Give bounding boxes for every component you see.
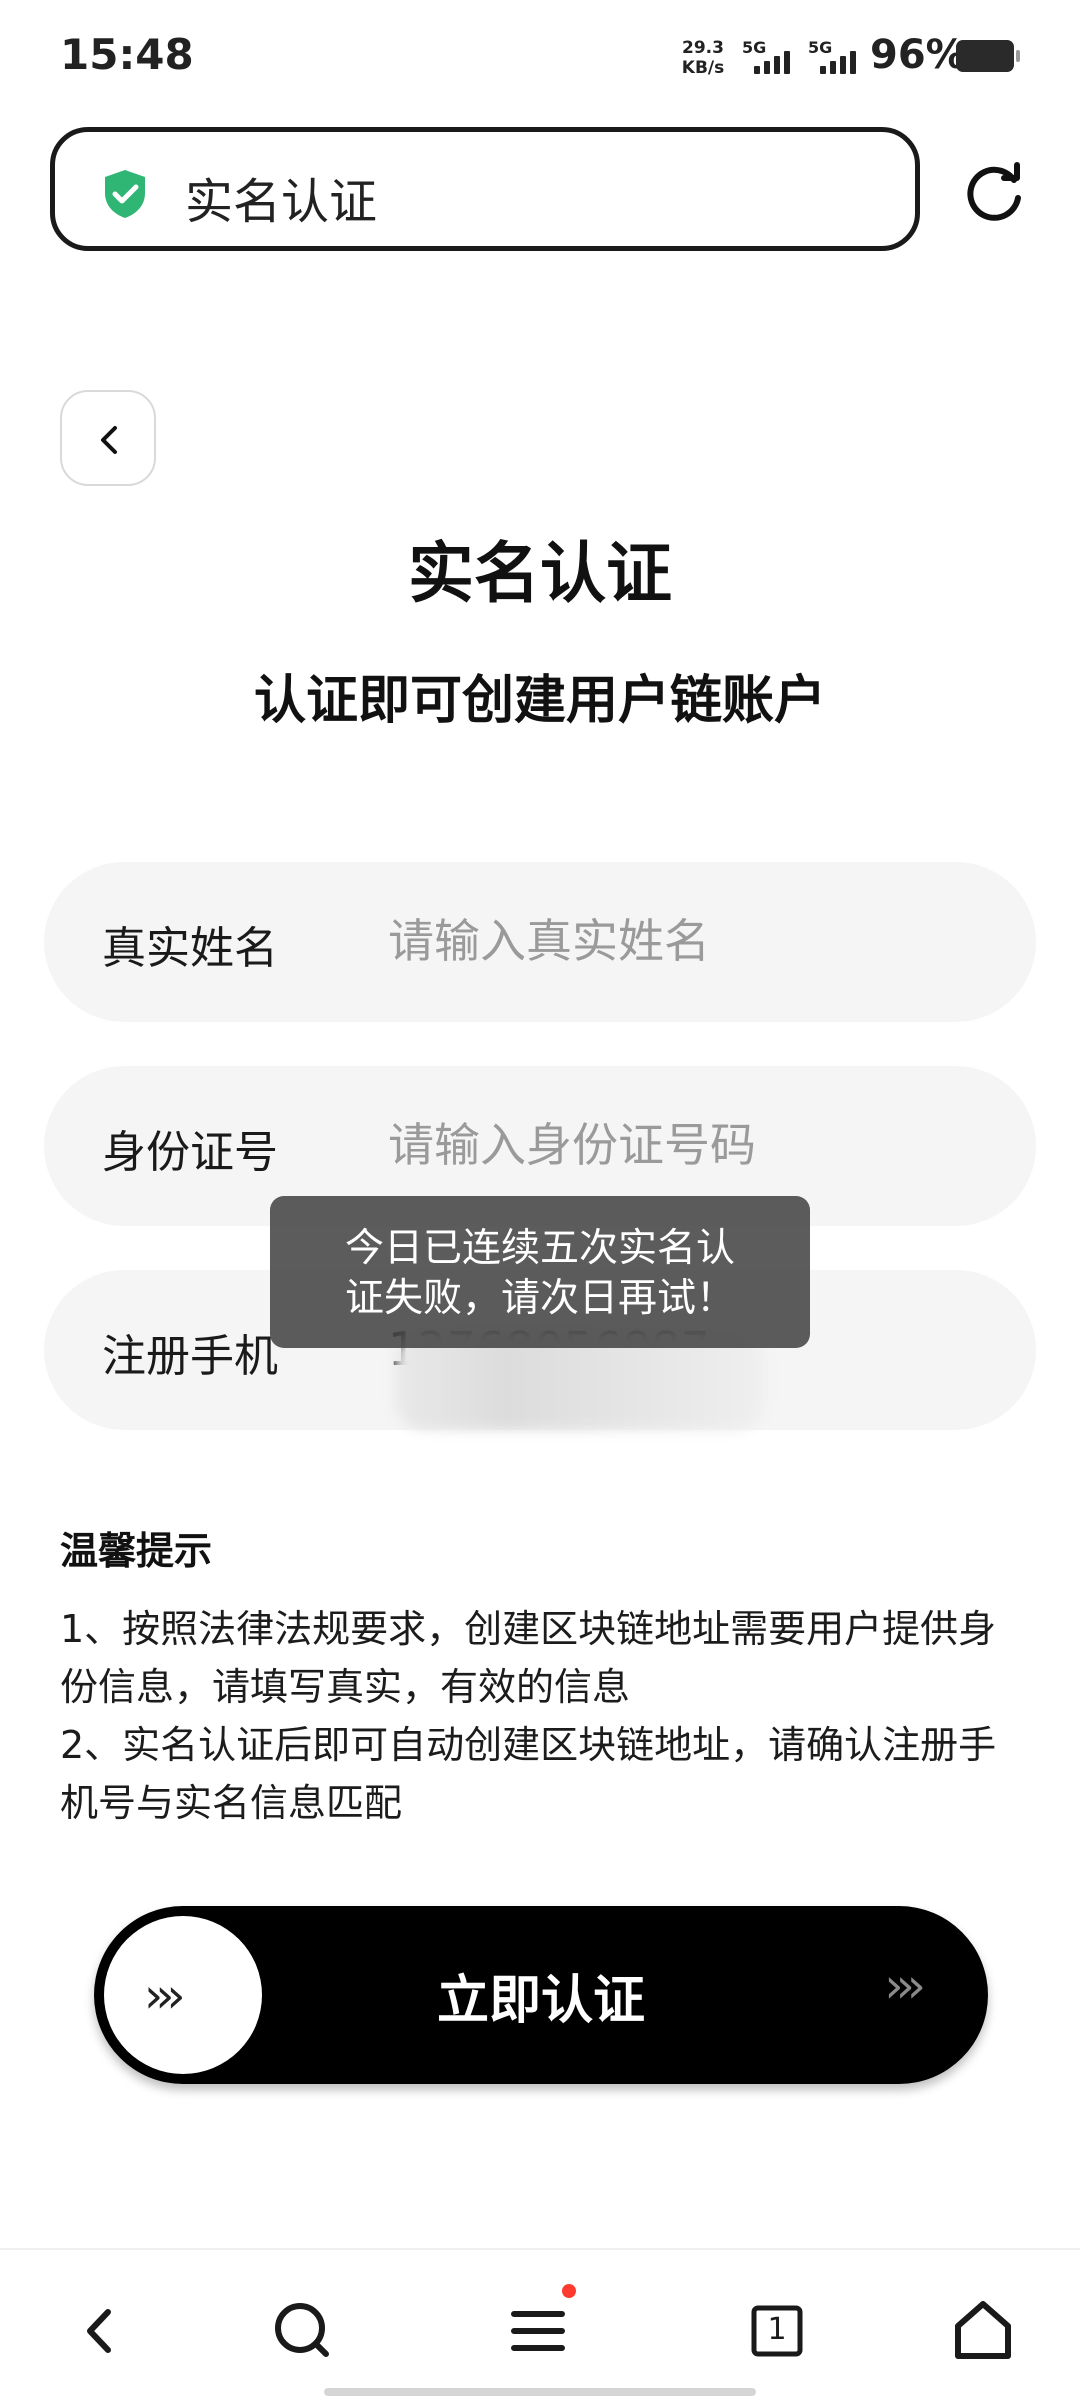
name-field: 真实姓名 xyxy=(44,862,1036,1022)
trail-arrows-icon: ››› xyxy=(884,1958,925,2014)
network-speed: 29.3 KB/s xyxy=(678,38,728,78)
nav-back-icon[interactable] xyxy=(56,2286,146,2376)
sim2-signal-icon: 5G xyxy=(808,38,868,78)
page-title: 实名认证 xyxy=(408,535,672,612)
tip-item-1: 1、按照法律法规要求，创建区块链地址需要用户提供身份信息，请填写真实，有效的信息 xyxy=(60,1607,997,1709)
menu-icon xyxy=(511,2311,565,2351)
phone-label: 注册手机 xyxy=(102,1331,278,1382)
notification-dot xyxy=(562,2284,576,2298)
network-speed-value: 29.3 xyxy=(682,38,724,58)
toast-line-2: 证失败，请次日再试！ xyxy=(344,1276,735,1321)
error-toast: 今日已连续五次实名认 证失败，请次日再试！ xyxy=(270,1196,810,1348)
id-number-input[interactable] xyxy=(388,1110,988,1180)
home-indicator xyxy=(324,2388,756,2396)
verify-slider[interactable]: ››› 立即认证 ››› xyxy=(94,1906,988,2084)
battery-icon xyxy=(956,40,1020,72)
refresh-icon[interactable] xyxy=(962,160,1028,226)
address-bar[interactable]: 实名认证 xyxy=(50,127,920,251)
battery-percentage: 96% xyxy=(870,32,966,78)
back-button[interactable] xyxy=(60,390,156,486)
network-speed-unit: KB/s xyxy=(681,58,725,78)
toast-line-1: 今日已连续五次实名认 xyxy=(344,1226,735,1271)
shield-check-icon xyxy=(105,170,145,218)
tab-count: 1 xyxy=(767,2312,787,2347)
name-input[interactable] xyxy=(388,906,988,976)
id-number-label: 身份证号 xyxy=(102,1127,278,1178)
menu-button[interactable] xyxy=(494,2284,584,2376)
tip-item-2: 2、实名认证后即可自动创建区块链地址，请确认注册手机号与实名信息匹配 xyxy=(60,1723,997,1825)
status-time: 15:48 xyxy=(60,30,194,79)
chevron-left-icon xyxy=(101,426,117,454)
name-label: 真实姓名 xyxy=(102,923,278,974)
home-icon[interactable] xyxy=(938,2286,1028,2376)
nav-divider xyxy=(0,2248,1080,2250)
page-subtitle: 认证即可创建用户链账户 xyxy=(253,671,826,731)
address-bar-title: 实名认证 xyxy=(185,174,378,230)
sim1-signal-icon: 5G xyxy=(742,38,802,78)
search-icon[interactable] xyxy=(258,2286,348,2376)
tips-title: 温馨提示 xyxy=(60,1529,213,1573)
verify-button-label: 立即认证 xyxy=(436,1971,645,2031)
tabs-button[interactable]: 1 xyxy=(732,2286,822,2376)
toast-message: 今日已连续五次实名认 证失败，请次日再试！ xyxy=(300,1224,780,1324)
